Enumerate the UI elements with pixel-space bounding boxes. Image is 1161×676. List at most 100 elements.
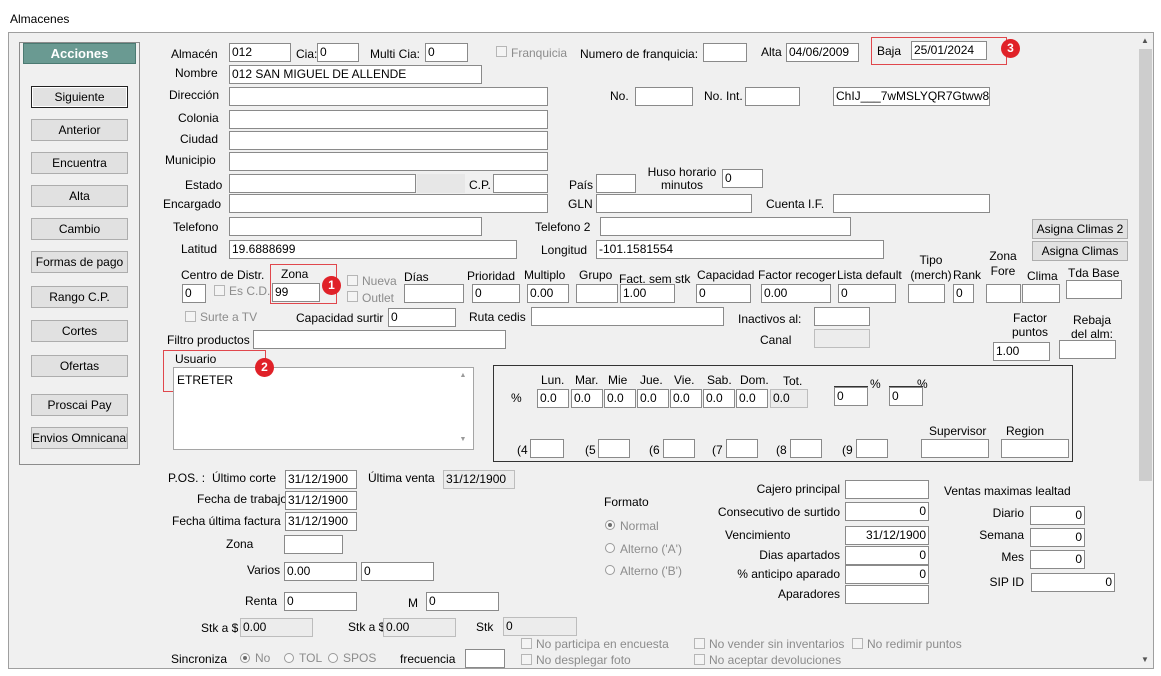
g6-field[interactable] — [663, 439, 695, 458]
baja-date-field[interactable]: 25/01/2024 — [911, 41, 987, 60]
asigna-climas-button[interactable]: Asigna Climas — [1032, 241, 1128, 261]
tipo-merch-field[interactable] — [908, 284, 945, 303]
g7-field[interactable] — [726, 439, 758, 458]
nombre-field[interactable]: 012 SAN MIGUEL DE ALLENDE — [229, 65, 482, 84]
fecha-ult-factura-field[interactable]: 31/12/1900 — [285, 512, 357, 531]
alterno-a-radio[interactable] — [605, 543, 615, 553]
num-franquicia-field[interactable] — [703, 43, 747, 62]
multi-cia-field[interactable]: 0 — [425, 43, 468, 62]
alta-button[interactable]: Alta — [31, 185, 128, 207]
g4-field[interactable] — [530, 439, 564, 458]
es-cd-checkbox[interactable] — [214, 285, 225, 296]
filtro-productos-field[interactable] — [253, 330, 506, 349]
g8-field[interactable] — [790, 439, 822, 458]
inactivos-field[interactable] — [814, 307, 870, 326]
cuenta-if-field[interactable] — [833, 194, 990, 213]
zona2-field[interactable] — [284, 535, 343, 554]
region-field[interactable] — [1001, 439, 1069, 458]
grupo-field[interactable] — [576, 284, 618, 303]
clima-field[interactable] — [1022, 284, 1060, 303]
g5-field[interactable] — [598, 439, 630, 458]
proscai-pay-button[interactable]: Proscai Pay — [31, 394, 128, 416]
almacen-field[interactable]: 012 — [229, 43, 291, 62]
zona-field[interactable]: 99 — [272, 283, 320, 302]
frecuencia-field[interactable] — [465, 649, 505, 668]
pct-dom-field[interactable]: 0.0 — [736, 389, 768, 408]
tda-base-field[interactable] — [1066, 280, 1122, 299]
semana-field[interactable]: 0 — [1030, 528, 1085, 547]
scroll-thumb[interactable] — [1139, 49, 1152, 481]
no-aceptar-checkbox[interactable] — [694, 654, 705, 665]
sincroniza-tol-radio[interactable] — [284, 653, 294, 663]
factor-recoger-field[interactable]: 0.00 — [761, 284, 831, 303]
centro-field[interactable]: 0 — [182, 284, 206, 303]
nueva-checkbox[interactable] — [347, 275, 358, 286]
latitud-field[interactable]: 19.6888699 — [229, 240, 517, 259]
alta-date-field[interactable]: 04/06/2009 — [786, 43, 859, 62]
huso-horario-field[interactable]: 0 — [722, 169, 763, 188]
ofertas-button[interactable]: Ofertas — [31, 355, 128, 377]
longitud-field[interactable]: -101.1581554 — [596, 240, 884, 259]
ciudad-field[interactable] — [229, 131, 548, 150]
cortes-button[interactable]: Cortes — [31, 320, 128, 342]
no-int-field[interactable] — [745, 87, 800, 106]
prioridad-field[interactable]: 0 — [472, 284, 520, 303]
asigna-climas-2-button[interactable]: Asigna Climas 2 — [1032, 219, 1128, 239]
vencimiento-field[interactable]: 31/12/1900 — [845, 526, 929, 545]
pct-vie-field[interactable]: 0.0 — [670, 389, 702, 408]
aparadores-field[interactable] — [845, 585, 929, 604]
franquicia-checkbox[interactable] — [496, 46, 507, 57]
sip-id-field[interactable]: 0 — [1031, 573, 1115, 592]
anticipo-field[interactable]: 0 — [845, 565, 929, 584]
no-vender-checkbox[interactable] — [694, 638, 705, 649]
diario-field[interactable]: 0 — [1030, 506, 1085, 525]
telefono-field[interactable] — [229, 217, 482, 236]
lista-default-field[interactable]: 0 — [838, 284, 896, 303]
multiplo-field[interactable]: 0.00 — [527, 284, 569, 303]
colonia-field[interactable] — [229, 110, 548, 129]
factor-puntos-field[interactable]: 1.00 — [993, 342, 1050, 361]
cajero-field[interactable] — [845, 480, 929, 499]
gln-field[interactable] — [596, 194, 752, 213]
siguiente-button[interactable]: Siguiente — [31, 86, 128, 108]
pct1-field[interactable]: 0 — [834, 387, 868, 406]
dias-apartados-field[interactable]: 0 — [845, 546, 929, 565]
consecutivo-field[interactable]: 0 — [845, 502, 929, 521]
sincroniza-spos-radio[interactable] — [328, 653, 338, 663]
pct2-field[interactable]: 0 — [889, 387, 923, 406]
no-field[interactable] — [635, 87, 693, 106]
encuentra-button[interactable]: Encuentra — [31, 152, 128, 174]
textarea-scroll-up-icon[interactable]: ▲ — [456, 370, 470, 382]
municipio-field[interactable] — [229, 152, 548, 171]
estado-field[interactable] — [229, 174, 416, 193]
pct-mie-field[interactable]: 0.0 — [604, 389, 636, 408]
no-participa-checkbox[interactable] — [521, 638, 532, 649]
rango-cp-button[interactable]: Rango C.P. — [31, 286, 128, 308]
g9-field[interactable] — [856, 439, 888, 458]
encargado-field[interactable] — [229, 194, 548, 213]
formas-de-pago-button[interactable]: Formas de pago — [31, 251, 128, 273]
anterior-button[interactable]: Anterior — [31, 119, 128, 141]
rebaja-field[interactable] — [1059, 340, 1116, 359]
textarea-scroll-down-icon[interactable]: ▼ — [456, 434, 470, 446]
scroll-up-icon[interactable]: ▲ — [1137, 34, 1153, 48]
pais-field[interactable] — [596, 174, 636, 193]
pct-lun-field[interactable]: 0.0 — [537, 389, 569, 408]
sincroniza-no-radio[interactable] — [240, 653, 250, 663]
normal-radio[interactable] — [605, 520, 615, 530]
fact-sem-field[interactable]: 1.00 — [620, 284, 675, 303]
mes-field[interactable]: 0 — [1030, 550, 1085, 569]
direccion-field[interactable] — [229, 87, 548, 106]
canal-field[interactable] — [814, 329, 870, 348]
pct-jue-field[interactable]: 0.0 — [637, 389, 669, 408]
supervisor-field[interactable] — [921, 439, 989, 458]
varios1-field[interactable]: 0.00 — [284, 562, 357, 581]
no-foto-checkbox[interactable] — [521, 654, 532, 665]
no-redimir-checkbox[interactable] — [852, 638, 863, 649]
capacidad-field[interactable]: 0 — [696, 284, 751, 303]
varios2-field[interactable]: 0 — [361, 562, 434, 581]
alterno-b-radio[interactable] — [605, 565, 615, 575]
surte-tv-checkbox[interactable] — [185, 311, 196, 322]
pct-mar-field[interactable]: 0.0 — [571, 389, 603, 408]
place-id-field[interactable]: ChIJ___7wMSLYQR7Gtww8r. — [833, 87, 990, 106]
